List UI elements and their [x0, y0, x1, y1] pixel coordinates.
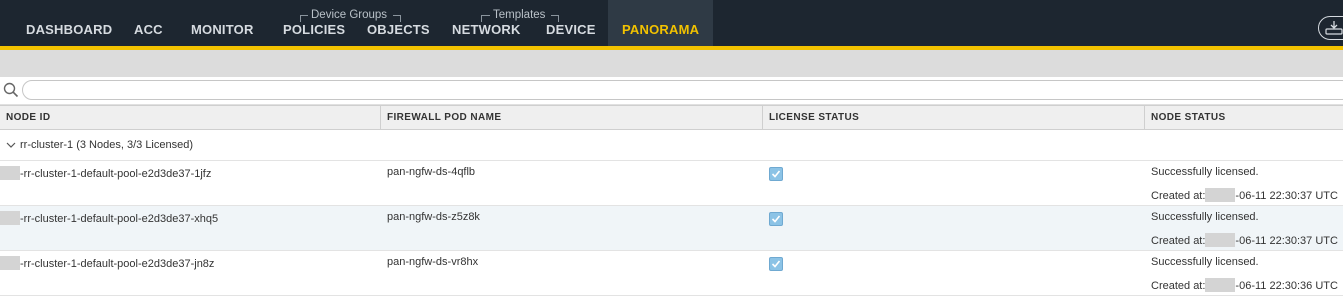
tab-panorama[interactable]: PANORAMA: [608, 0, 714, 46]
column-header-license-status[interactable]: LICENSE STATUS: [763, 106, 1145, 130]
created-at-label: Created at:: [1151, 190, 1206, 202]
search-icon: [3, 82, 19, 98]
checkmark-icon: [771, 170, 781, 178]
tab-acc[interactable]: ACC: [134, 0, 163, 46]
checkmark-icon: [771, 215, 781, 223]
pod-name-cell: pan-ngfw-ds-4qflb: [387, 166, 476, 178]
node-status-text: Successfully licensed.: [1151, 211, 1259, 223]
tab-dashboard[interactable]: DASHBOARD: [26, 0, 112, 46]
node-id-text: -rr-cluster-1-default-pool-e2d3de37-1jfz: [20, 168, 212, 180]
tab-policies[interactable]: POLICIES: [283, 0, 345, 46]
download-icon: [1325, 21, 1343, 35]
created-at-value: -06-11 22:30:37 UTC: [1235, 190, 1338, 202]
search-input[interactable]: [22, 80, 1343, 100]
node-id-cell: -rr-cluster-1-default-pool-e2d3de37-xhq5: [0, 211, 218, 225]
tab-device[interactable]: DEVICE: [546, 0, 596, 46]
toolbar-band: [0, 50, 1343, 77]
table-header: NODE ID FIREWALL POD NAME LICENSE STATUS…: [0, 105, 1343, 130]
redacted-block: [0, 256, 20, 270]
column-header-node-id[interactable]: NODE ID: [0, 106, 381, 130]
created-at-label: Created at:: [1151, 280, 1206, 292]
checkmark-icon: [771, 260, 781, 268]
license-checkbox: [769, 167, 783, 181]
top-navigation: Device Groups Templates DASHBOARD ACC MO…: [0, 0, 1343, 50]
node-id-text: -rr-cluster-1-default-pool-e2d3de37-jn8z: [20, 258, 215, 270]
node-id-cell: -rr-cluster-1-default-pool-e2d3de37-1jfz: [0, 166, 211, 180]
pod-name-cell: pan-ngfw-ds-z5z8k: [387, 211, 480, 223]
group-label: rr-cluster-1 (3 Nodes, 3/3 Licensed): [20, 139, 194, 151]
tab-network[interactable]: NETWORK: [452, 0, 521, 46]
table-row[interactable]: -rr-cluster-1-default-pool-e2d3de37-xhq5…: [0, 206, 1343, 251]
redacted-block: [0, 166, 20, 180]
tab-objects[interactable]: OBJECTS: [367, 0, 430, 46]
created-at-value: -06-11 22:30:37 UTC: [1235, 235, 1338, 247]
group-row[interactable]: rr-cluster-1 (3 Nodes, 3/3 Licensed): [0, 130, 1343, 161]
download-button[interactable]: [1318, 16, 1343, 40]
column-header-firewall-pod-name[interactable]: FIREWALL POD NAME: [381, 106, 763, 130]
created-at-text: Created at: -06-11 22:30:36 UTC: [1151, 278, 1338, 292]
redacted-block: [1205, 233, 1236, 247]
column-header-node-status[interactable]: NODE STATUS: [1145, 106, 1343, 130]
redacted-block: [1205, 188, 1236, 202]
search-row: [0, 77, 1343, 105]
node-status-text: Successfully licensed.: [1151, 166, 1259, 178]
license-checkbox: [769, 212, 783, 226]
table-row[interactable]: -rr-cluster-1-default-pool-e2d3de37-jn8z…: [0, 251, 1343, 296]
chevron-down-icon[interactable]: [6, 141, 16, 149]
node-id-text: -rr-cluster-1-default-pool-e2d3de37-xhq5: [20, 213, 219, 225]
created-at-text: Created at: -06-11 22:30:37 UTC: [1151, 233, 1338, 247]
created-at-text: Created at: -06-11 22:30:37 UTC: [1151, 188, 1338, 202]
license-checkbox: [769, 257, 783, 271]
created-at-value: -06-11 22:30:36 UTC: [1235, 280, 1338, 292]
tab-monitor[interactable]: MONITOR: [191, 0, 254, 46]
pod-name-cell: pan-ngfw-ds-vr8hx: [387, 256, 479, 268]
node-status-text: Successfully licensed.: [1151, 256, 1259, 268]
redacted-block: [1205, 278, 1236, 292]
node-id-cell: -rr-cluster-1-default-pool-e2d3de37-jn8z: [0, 256, 214, 270]
created-at-label: Created at:: [1151, 235, 1206, 247]
table-row[interactable]: -rr-cluster-1-default-pool-e2d3de37-1jfz…: [0, 161, 1343, 206]
redacted-block: [0, 211, 20, 225]
